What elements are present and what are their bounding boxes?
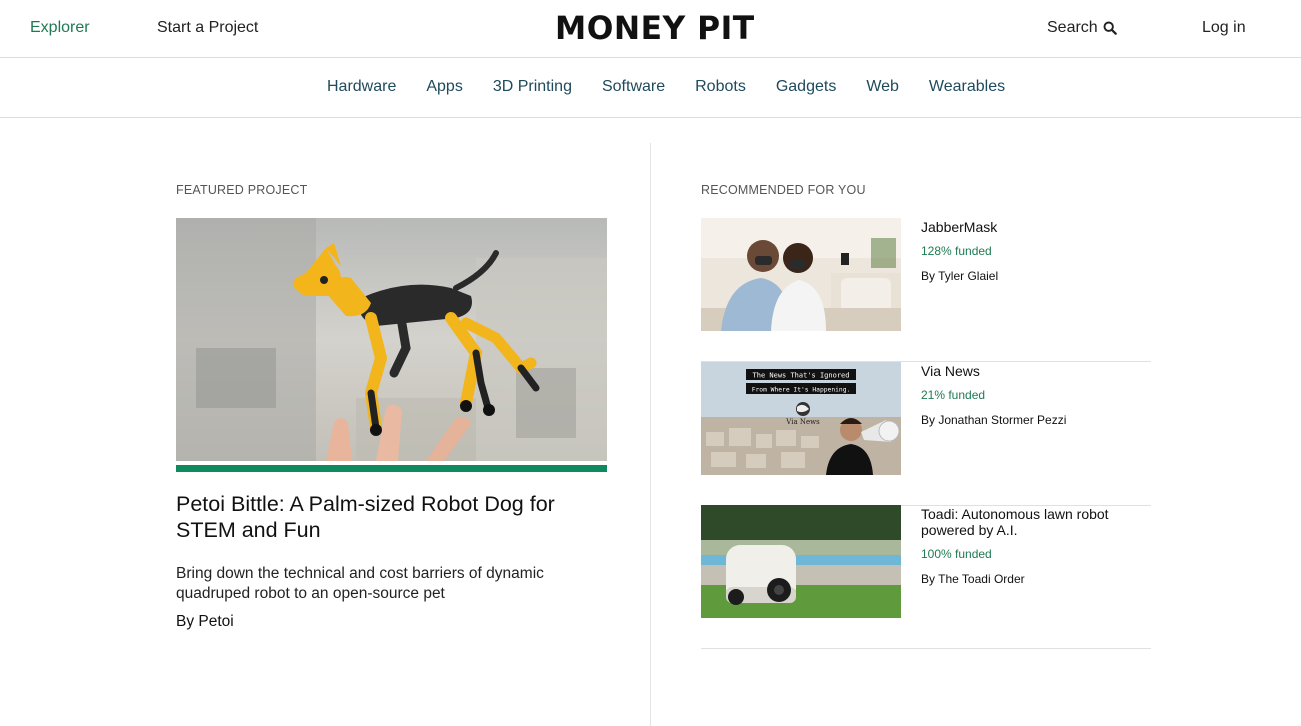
featured-project-author: By Petoi: [176, 613, 234, 630]
search-icon: [1103, 21, 1117, 35]
recommended-item-author: By Tyler Glaiel: [921, 269, 999, 283]
top-header: Explorer Start a Project MONEY PIT Searc…: [0, 0, 1301, 58]
login-link[interactable]: Log in: [1202, 19, 1246, 37]
recommended-item-funded: 128% funded: [921, 244, 992, 258]
category-web[interactable]: Web: [866, 78, 899, 96]
featured-funding-progress-bar: [176, 465, 607, 472]
category-robots[interactable]: Robots: [695, 78, 746, 96]
column-divider: [650, 143, 651, 726]
via-news-logo-text: Via News: [785, 418, 820, 426]
recommended-item-funded: 100% funded: [921, 547, 992, 561]
recommended-item-title[interactable]: Toadi: Autonomous lawn robot powered by …: [921, 506, 1151, 538]
category-software[interactable]: Software: [602, 78, 665, 96]
featured-project-title[interactable]: Petoi Bittle: A Palm-sized Robot Dog for…: [176, 491, 607, 543]
via-news-headline-line1: The News That's Ignored: [753, 372, 850, 380]
category-wearables[interactable]: Wearables: [929, 78, 1005, 96]
featured-project-description: Bring down the technical and cost barrie…: [176, 565, 544, 602]
featured-project-image[interactable]: [176, 218, 607, 461]
category-apps[interactable]: Apps: [426, 78, 462, 96]
recommended-item-author: By The Toadi Order: [921, 572, 1025, 586]
search-label: Search: [1047, 19, 1098, 36]
recommended-item-funded: 21% funded: [921, 388, 986, 402]
featured-section-label: FEATURED PROJECT: [176, 183, 308, 197]
recommended-item[interactable]: Toadi: Autonomous lawn robot powered by …: [701, 505, 1151, 649]
recommended-item-image[interactable]: The News That's Ignored From Where It's …: [701, 362, 901, 475]
recommended-item-author: By Jonathan Stormer Pezzi: [921, 413, 1067, 427]
recommended-item-title[interactable]: JabberMask: [921, 219, 1151, 235]
recommended-item[interactable]: The News That's Ignored From Where It's …: [701, 362, 1151, 506]
recommended-section-label: RECOMMENDED FOR YOU: [701, 183, 866, 197]
recommended-item-image[interactable]: [701, 218, 901, 331]
category-gadgets[interactable]: Gadgets: [776, 78, 836, 96]
start-project-link[interactable]: Start a Project: [157, 19, 258, 37]
recommended-item-image[interactable]: [701, 505, 901, 618]
recommended-item-title[interactable]: Via News: [921, 363, 1151, 379]
category-hardware[interactable]: Hardware: [327, 78, 396, 96]
site-logo[interactable]: MONEY PIT: [555, 9, 755, 47]
search-button[interactable]: Search: [1047, 19, 1117, 37]
recommended-item[interactable]: JabberMask 128% funded By Tyler Glaiel: [701, 218, 1151, 362]
category-nav: Hardware Apps 3D Printing Software Robot…: [0, 59, 1301, 118]
category-3d-printing[interactable]: 3D Printing: [493, 78, 572, 96]
explorer-link[interactable]: Explorer: [30, 19, 90, 37]
via-news-headline-line2: From Where It's Happening.: [752, 387, 851, 394]
